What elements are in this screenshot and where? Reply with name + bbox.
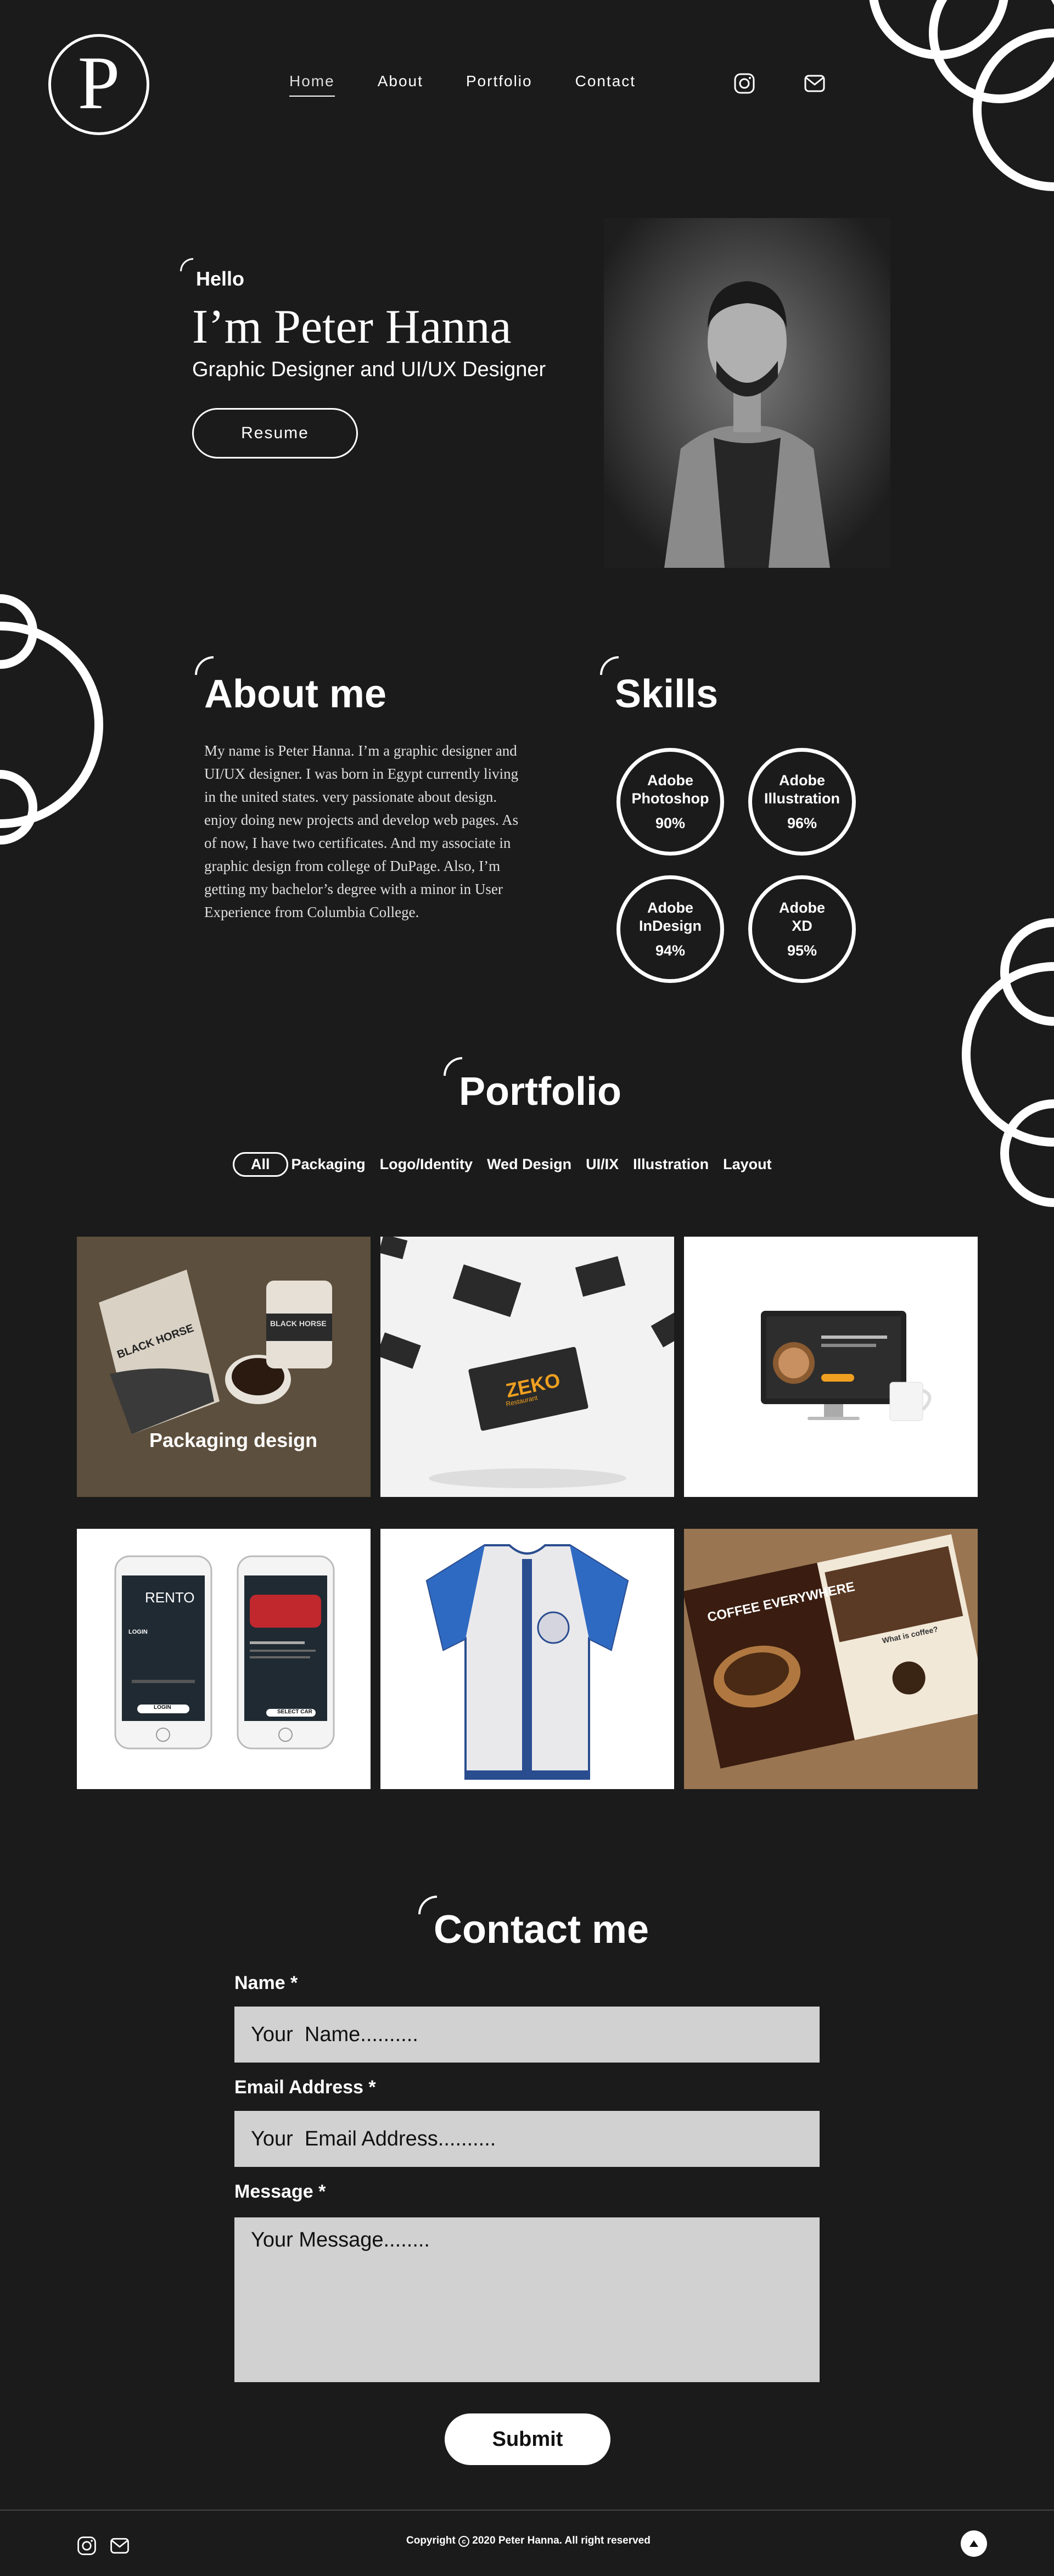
message-label: Message *	[234, 2181, 326, 2202]
nav-contact[interactable]: Contact	[575, 72, 636, 97]
filter-packaging[interactable]: Packaging	[291, 1156, 366, 1173]
site-logo[interactable]: P	[48, 34, 149, 135]
copyright-prefix: Copyright	[406, 2535, 456, 2546]
arrow-up-icon	[969, 2540, 978, 2547]
skill-xd: Adobe XD 95%	[748, 875, 856, 983]
nav-portfolio[interactable]: Portfolio	[466, 72, 532, 97]
hero-subtitle: Graphic Designer and UI/UX Designer	[192, 358, 546, 381]
filter-layout[interactable]: Layout	[723, 1156, 772, 1173]
portfolio-title: Portfolio	[459, 1070, 621, 1114]
skill-percent: 95%	[787, 942, 817, 959]
nav-home[interactable]: Home	[289, 72, 335, 97]
copyright-body: 2020 Peter Hanna. All right reserved	[472, 2535, 651, 2546]
about-title: About me	[204, 672, 386, 716]
skill-name-line1: Adobe	[647, 899, 693, 916]
portfolio-filters: All Packaging Logo/Identity Wed Design U…	[233, 1152, 772, 1177]
skill-percent: 96%	[787, 814, 817, 831]
contact-title: Contact me	[434, 1908, 649, 1952]
about-text: My name is Peter Hanna. I’m a graphic de…	[204, 742, 519, 920]
decorative-rings-left	[0, 549, 110, 912]
skill-name-line1: Adobe	[779, 899, 825, 916]
decorative-rings-right	[944, 895, 1054, 1258]
tile-label: Packaging design	[149, 1429, 318, 1451]
resume-button[interactable]: Resume	[192, 408, 358, 459]
portfolio-item-packaging[interactable]: BLACK HORSE BLACK HORSE Packaging design	[77, 1237, 371, 1497]
filter-web-design[interactable]: Wed Design	[487, 1156, 571, 1173]
app-login-button-label: LOGIN	[154, 1705, 171, 1711]
skill-percent: 94%	[655, 942, 686, 959]
instagram-icon[interactable]	[76, 2535, 98, 2557]
skill-photoshop: Adobe Photoshop 90%	[616, 748, 724, 856]
app-name: RENTO	[145, 1589, 195, 1606]
filter-illustration[interactable]: Illustration	[633, 1156, 709, 1173]
profile-photo	[604, 218, 890, 568]
filter-ui-ux[interactable]: UI/IX	[586, 1156, 619, 1173]
portfolio-item-web-design[interactable]	[684, 1237, 978, 1497]
skill-name-line2: Photoshop	[631, 790, 709, 807]
skill-name-line2: XD	[792, 917, 812, 934]
portfolio-item-magazine-layout[interactable]: COFFEE EVERYWHERE What is coffee?	[684, 1529, 978, 1789]
skill-percent: 90%	[655, 814, 686, 831]
hero-name: I’m Peter Hanna	[192, 300, 512, 354]
email-label: Email Address *	[234, 2077, 376, 2098]
name-field[interactable]	[234, 2007, 820, 2063]
mail-icon[interactable]	[803, 71, 827, 96]
skill-name-line1: Adobe	[647, 772, 693, 789]
app-select-button-label: SELECT CAR	[277, 1709, 312, 1715]
submit-button[interactable]: Submit	[445, 2413, 610, 2465]
logo-letter: P	[77, 41, 120, 125]
filter-logo-identity[interactable]: Logo/Identity	[380, 1156, 473, 1173]
nav-about[interactable]: About	[378, 72, 423, 97]
back-to-top-button[interactable]	[961, 2530, 987, 2557]
filter-all[interactable]: All	[233, 1152, 288, 1177]
email-field[interactable]	[234, 2111, 820, 2167]
heading-arc	[180, 258, 193, 271]
skill-indesign: Adobe InDesign 94%	[616, 875, 724, 983]
message-field[interactable]	[234, 2217, 820, 2382]
main-nav: Home About Portfolio Contact	[289, 72, 636, 97]
footer-divider	[0, 2510, 1054, 2511]
decorative-rings-top-right	[856, 0, 1054, 198]
app-login-label: LOGIN	[128, 1629, 148, 1635]
mail-icon[interactable]	[109, 2535, 131, 2557]
instagram-icon[interactable]	[732, 71, 756, 96]
skill-name-line2: InDesign	[638, 917, 702, 934]
portfolio-item-business-cards[interactable]: ZEKO Restaurant	[380, 1237, 674, 1497]
skill-name-line2: Illustration	[764, 790, 840, 807]
portfolio-item-mobile-app[interactable]: RENTO LOGIN LOGIN SELECT CAR	[77, 1529, 371, 1789]
skills-title: Skills	[615, 672, 719, 716]
copyright-symbol: c	[458, 2536, 469, 2547]
skill-name-line1: Adobe	[779, 772, 825, 789]
name-label: Name *	[234, 1972, 298, 1993]
copyright-text: Copyright c 2020 Peter Hanna. All right …	[406, 2535, 651, 2547]
hero-greeting: Hello	[196, 267, 245, 290]
skill-illustration: Adobe Illustration 96%	[748, 748, 856, 856]
portfolio-item-jersey[interactable]	[380, 1529, 674, 1789]
cup-brand-text: BLACK HORSE	[270, 1319, 327, 1328]
